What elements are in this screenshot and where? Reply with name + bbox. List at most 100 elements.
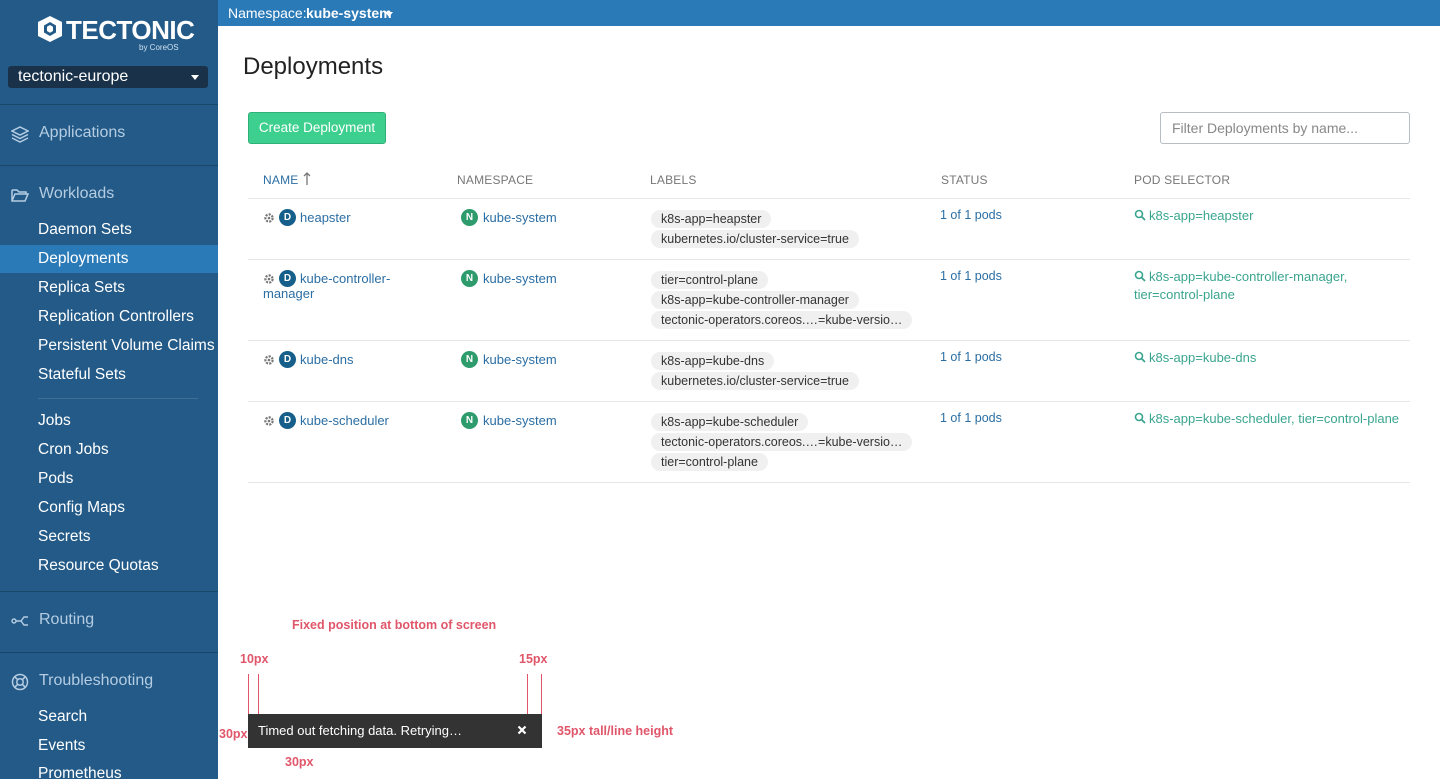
lifebuoy-icon (11, 673, 29, 691)
sidebar-item-replication-controllers[interactable]: Replication Controllers (0, 303, 218, 331)
sidebar-item-cron-jobs[interactable]: Cron Jobs (0, 436, 218, 464)
table-row: D kube-dns N kube-system k8s-app=kube-dn… (248, 341, 1410, 401)
deployment-name-link[interactable]: heapster (300, 210, 440, 225)
annotation-fixed-position: Fixed position at bottom of screen (292, 618, 497, 632)
sidebar-item-stateful-sets[interactable]: Stateful Sets (0, 361, 218, 389)
annotation-left-offset: 30px (219, 727, 248, 741)
sidebar-section-label: Workloads (39, 185, 115, 202)
tectonic-logo[interactable]: TECTONIC by CoreOS (38, 14, 195, 54)
sidebar-item-secrets[interactable]: Secrets (0, 523, 218, 551)
deployment-name-link-wrap[interactable]: manager (263, 286, 314, 301)
namespace-link[interactable]: kube-system (483, 210, 557, 225)
sidebar-item-resource-quotas[interactable]: Resource Quotas (0, 552, 218, 580)
namespace-link[interactable]: kube-system (483, 271, 557, 286)
namespace-bar: Namespace: kube-system (218, 0, 1440, 26)
gear-icon[interactable] (263, 273, 275, 285)
sidebar-section-label: Troubleshooting (39, 672, 154, 689)
sidebar-section-applications[interactable]: Applications (0, 119, 218, 149)
pod-status-link[interactable]: 1 of 1 pods (940, 208, 1002, 223)
sidebar-item-config-maps[interactable]: Config Maps (0, 494, 218, 522)
namespace-kind-badge: N (461, 351, 478, 368)
cluster-select[interactable]: tectonic-europe (8, 66, 208, 88)
label-chip[interactable]: tectonic-operators.coreos.…=kube-versio… (651, 433, 913, 451)
sidebar-section-workloads[interactable]: Workloads (0, 180, 218, 210)
gear-icon[interactable] (263, 354, 275, 366)
namespace-link[interactable]: kube-system (483, 352, 557, 367)
tectonic-shield-icon (38, 16, 62, 42)
search-icon (1134, 412, 1146, 424)
label-chip[interactable]: k8s-app=kube-scheduler (651, 413, 809, 431)
sidebar-item-prometheus[interactable]: Prometheus (0, 760, 218, 779)
column-header-namespace[interactable]: NAMESPACE (457, 173, 533, 187)
sidebar-item-search[interactable]: Search (0, 703, 218, 731)
label-chip[interactable]: kubernetes.io/cluster-service=true (651, 230, 859, 248)
toast-message: Timed out fetching data. Retrying… (258, 723, 463, 738)
annotation-right-padding: 15px (519, 652, 548, 666)
sort-ascending-icon[interactable] (303, 172, 311, 186)
pod-selector-text: k8s-app=kube-scheduler, tier=control-pla… (1149, 411, 1400, 426)
sidebar-section-label: Routing (39, 611, 95, 628)
sidebar-item-daemon-sets[interactable]: Daemon Sets (0, 216, 218, 244)
cluster-select-value: tectonic-europe (18, 68, 129, 85)
label-chip[interactable]: kubernetes.io/cluster-service=true (651, 372, 859, 390)
pod-selector-text: k8s-app=kube-controller-manager, tier=co… (1134, 269, 1348, 302)
sidebar-divider (0, 165, 218, 166)
column-header-name[interactable]: NAME (263, 173, 298, 187)
column-header-status[interactable]: STATUS (941, 173, 988, 187)
pod-status-link[interactable]: 1 of 1 pods (940, 350, 1002, 365)
create-deployment-button[interactable]: Create Deployment (248, 112, 386, 144)
annotation-height: 35px tall/line height (557, 724, 673, 738)
pod-status-link[interactable]: 1 of 1 pods (940, 269, 1002, 284)
sidebar-item-replica-sets[interactable]: Replica Sets (0, 274, 218, 302)
sidebar-item-pods[interactable]: Pods (0, 465, 218, 493)
label-chip[interactable]: k8s-app=kube-dns (651, 352, 775, 370)
deployment-name-link[interactable]: kube-dns (300, 352, 440, 367)
gear-icon[interactable] (263, 415, 275, 427)
close-icon[interactable] (517, 725, 527, 735)
sidebar-section-troubleshooting[interactable]: Troubleshooting (0, 667, 218, 697)
namespace-link[interactable]: kube-system (483, 413, 557, 428)
label-chip[interactable]: k8s-app=heapster (651, 210, 772, 228)
sidebar-section-routing[interactable]: Routing (0, 606, 218, 636)
annotation-guide (248, 674, 249, 714)
pod-selector-link[interactable]: k8s-app=kube-dns (1134, 349, 1404, 367)
annotation-left-padding: 10px (240, 652, 269, 666)
deployment-name-link[interactable]: kube-controller- (300, 271, 400, 286)
deployment-name-link[interactable]: kube-scheduler (300, 413, 440, 428)
deployment-kind-badge: D (279, 209, 296, 226)
sidebar-divider (0, 104, 218, 105)
sidebar-item-deployments[interactable]: Deployments (0, 245, 218, 273)
routing-icon (11, 616, 28, 626)
label-chip[interactable]: k8s-app=kube-controller-manager (651, 291, 859, 309)
pod-status-link[interactable]: 1 of 1 pods (940, 411, 1002, 426)
gear-icon[interactable] (263, 212, 275, 224)
sidebar-divider (0, 591, 218, 592)
namespace-kind-badge: N (461, 412, 478, 429)
error-toast: Timed out fetching data. Retrying… (248, 714, 542, 748)
label-chip[interactable]: tier=control-plane (651, 271, 768, 289)
label-chip[interactable]: tier=control-plane (651, 453, 768, 471)
sidebar-section-label: Applications (39, 124, 126, 141)
label-chip[interactable]: tectonic-operators.coreos.…=kube-versio… (651, 311, 913, 329)
pod-selector-link[interactable]: k8s-app=kube-controller-manager, tier=co… (1134, 268, 1404, 304)
brand-byline: by CoreOS (139, 43, 179, 52)
brand-name: TECTONIC (66, 15, 195, 45)
table-row: D kube-scheduler N kube-system k8s-app=k… (248, 402, 1410, 482)
annotation-bottom-offset: 30px (285, 755, 314, 769)
deployment-kind-badge: D (279, 270, 296, 287)
folder-open-icon (11, 189, 29, 202)
namespace-dropdown[interactable]: kube-system (306, 0, 392, 26)
column-header-labels: LABELS (650, 173, 697, 187)
filter-deployments-input[interactable] (1160, 112, 1410, 144)
sidebar-item-events[interactable]: Events (0, 732, 218, 760)
sidebar-divider (0, 652, 218, 653)
pod-selector-text: k8s-app=heapster (1149, 208, 1254, 223)
sidebar-subdivider (38, 398, 198, 399)
pod-selector-link[interactable]: k8s-app=heapster (1134, 207, 1404, 225)
caret-down-icon[interactable] (385, 12, 393, 17)
caret-down-icon (191, 75, 199, 80)
sidebar-item-jobs[interactable]: Jobs (0, 407, 218, 435)
namespace-label: Namespace: (228, 5, 307, 21)
sidebar-item-persistent-volume-claims[interactable]: Persistent Volume Claims (0, 332, 218, 360)
pod-selector-link[interactable]: k8s-app=kube-scheduler, tier=control-pla… (1134, 410, 1404, 428)
